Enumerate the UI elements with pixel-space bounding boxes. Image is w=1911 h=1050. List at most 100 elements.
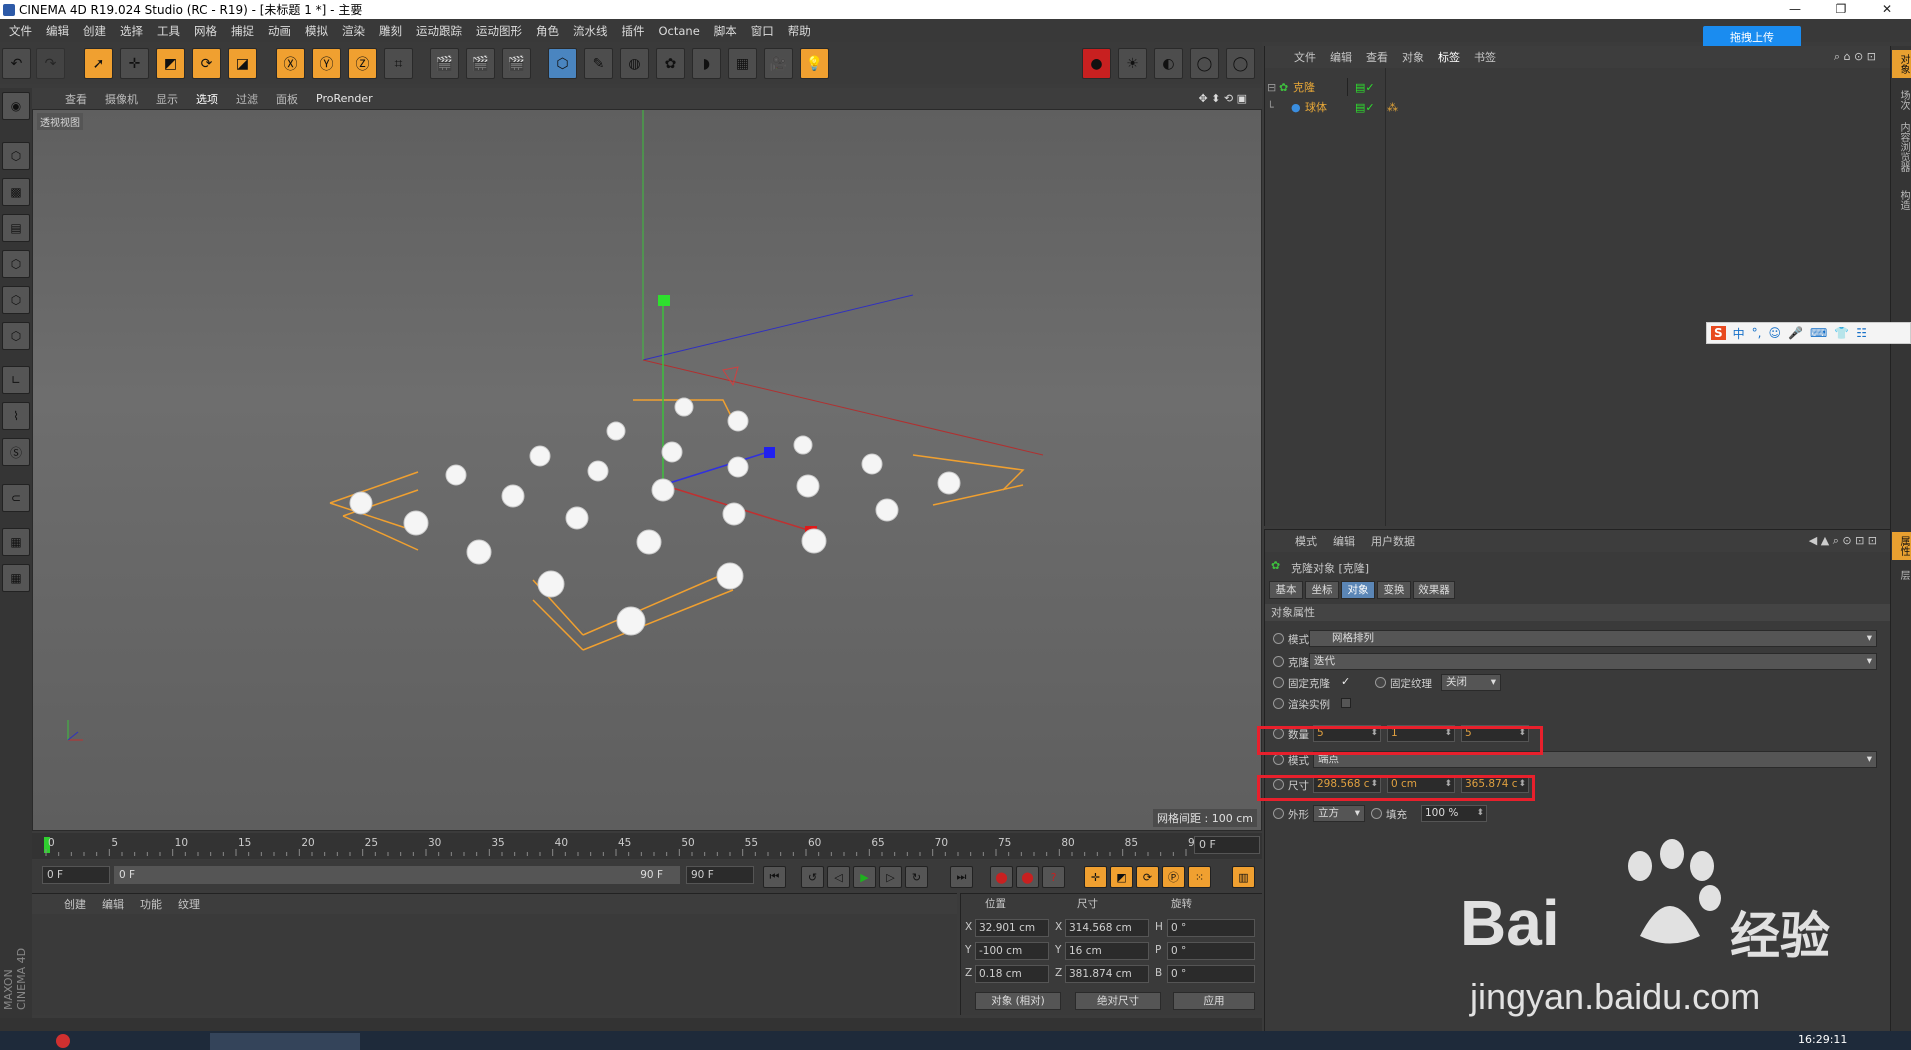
mode-anim-radio[interactable]: [1273, 633, 1284, 644]
next-frame-icon[interactable]: ▷: [879, 866, 902, 888]
key-parameter-icon[interactable]: Ⓟ: [1162, 866, 1185, 888]
cube-primitive-icon[interactable]: ⬡: [548, 48, 577, 79]
menu-motion-tracking[interactable]: 运动跟踪: [409, 23, 469, 39]
scale-icon[interactable]: ◩: [156, 48, 185, 79]
light-icon[interactable]: 💡: [800, 48, 829, 79]
obj-menu-bookmarks[interactable]: 书签: [1467, 49, 1503, 65]
attr-nav-icons[interactable]: ◀ ▲ ⌕ ⊙ ⊡ ⊡: [1801, 534, 1885, 548]
key-pla-icon[interactable]: ⁙: [1188, 866, 1211, 888]
clone-anim-radio[interactable]: [1273, 656, 1284, 667]
menu-window[interactable]: 窗口: [744, 23, 781, 39]
size-mode-dropdown[interactable]: 绝对尺寸: [1075, 992, 1161, 1010]
visibility-check-icon[interactable]: ▤✓: [1355, 101, 1375, 114]
material-tag-icon[interactable]: ⁂: [1387, 101, 1398, 114]
octane-render-icon[interactable]: ●: [1082, 48, 1111, 79]
visibility-check-icon[interactable]: ▤✓: [1355, 81, 1375, 94]
floor-icon[interactable]: ▦: [728, 48, 757, 79]
octane-glossy-icon[interactable]: ◯: [1190, 48, 1219, 79]
object-z-handle[interactable]: [764, 447, 775, 458]
obj-menu-objects[interactable]: 对象: [1395, 49, 1431, 65]
rot-p-field[interactable]: 0 °: [1167, 942, 1255, 960]
maximize-button[interactable]: ❐: [1818, 0, 1864, 19]
subdivision-icon[interactable]: ◍: [620, 48, 649, 79]
coord-mode-dropdown[interactable]: 对象 (相对): [975, 992, 1061, 1010]
menu-plugins[interactable]: 插件: [615, 23, 652, 39]
tree-expand-icon[interactable]: ⊟: [1267, 81, 1279, 94]
make-editable-icon[interactable]: ◉: [2, 92, 30, 120]
obj-search-home-icons[interactable]: ⌕ ⌂ ⊙ ⊡: [1827, 50, 1883, 64]
autokey-icon[interactable]: ⬤: [1016, 866, 1039, 888]
tab-coord[interactable]: 坐标: [1305, 581, 1339, 599]
minimize-button[interactable]: —: [1772, 0, 1818, 19]
tab-object[interactable]: 对象: [1341, 581, 1375, 599]
record-keys-icon[interactable]: ⬤: [990, 866, 1013, 888]
apply-button[interactable]: 应用: [1173, 992, 1255, 1010]
pos-x-field[interactable]: 32.901 cm: [975, 919, 1049, 937]
ime-punct-icon[interactable]: °,: [1752, 326, 1762, 340]
perspective-viewport[interactable]: 透视视图 网格间距: 100 cm: [32, 109, 1262, 831]
octane-specular-icon[interactable]: ◯: [1226, 48, 1255, 79]
view-menu-cameras[interactable]: 摄像机: [96, 91, 147, 107]
ime-toolbar[interactable]: S 中 °, ☺ 🎤 ⌨ 👕 ☷: [1706, 322, 1911, 344]
mode2-anim-radio[interactable]: [1273, 754, 1284, 765]
attr-menu-mode[interactable]: 模式: [1287, 533, 1325, 549]
camera-icon[interactable]: 🎥: [764, 48, 793, 79]
right-tab-objects[interactable]: 对象: [1892, 50, 1911, 78]
frame-range-slider[interactable]: 0 F 90 F: [114, 866, 680, 884]
menu-sculpt[interactable]: 雕刻: [372, 23, 409, 39]
previous-key-icon[interactable]: ↺: [801, 866, 824, 888]
tab-basic[interactable]: 基本: [1269, 581, 1303, 599]
go-to-end-icon[interactable]: ⏭: [950, 866, 973, 888]
size-z-field[interactable]: 381.874 cm: [1065, 965, 1149, 983]
fix-clone-checkbox[interactable]: ✓: [1341, 675, 1350, 688]
ime-menu-icon[interactable]: ☷: [1856, 326, 1867, 340]
points-mode-icon[interactable]: ⬡: [2, 250, 30, 278]
model-mode-icon[interactable]: ⬡: [2, 142, 30, 170]
start-frame-field[interactable]: 0 F: [42, 866, 110, 884]
key-scale-icon[interactable]: ◩: [1110, 866, 1133, 888]
view-menu-display[interactable]: 显示: [147, 91, 187, 107]
menu-octane[interactable]: Octane: [652, 24, 707, 38]
octane-sun-icon[interactable]: ☀: [1118, 48, 1147, 79]
ime-lang[interactable]: 中: [1733, 325, 1745, 342]
fix-texture-anim-radio[interactable]: [1375, 677, 1386, 688]
go-to-start-icon[interactable]: ⏮: [763, 866, 786, 888]
end-frame-field[interactable]: 90 F: [686, 866, 754, 884]
right-tab-structure[interactable]: 构造: [1892, 186, 1911, 214]
redo-icon[interactable]: ↷: [36, 48, 65, 79]
upload-button[interactable]: 拖拽上传: [1703, 26, 1801, 48]
right-tab-content-browser[interactable]: 内容浏览器: [1892, 118, 1911, 176]
size-x-field[interactable]: 314.568 cm: [1065, 919, 1149, 937]
y-axis-lock-icon[interactable]: Ⓨ: [312, 48, 341, 79]
polygons-mode-icon[interactable]: ⬡: [2, 322, 30, 350]
right-tab-layers[interactable]: 层: [1892, 566, 1911, 584]
view-menu-panel[interactable]: 面板: [267, 91, 307, 107]
size-y-field[interactable]: 16 cm: [1065, 942, 1149, 960]
key-position-icon[interactable]: ✛: [1084, 866, 1107, 888]
object-y-handle[interactable]: [658, 295, 670, 306]
rot-h-field[interactable]: 0 °: [1167, 919, 1255, 937]
viewport-nav-icons[interactable]: ✥ ⬍ ⟲ ▣: [1189, 92, 1256, 105]
mat-menu-texture[interactable]: 纹理: [170, 896, 208, 912]
shape-anim-radio[interactable]: [1273, 808, 1284, 819]
ime-mic-icon[interactable]: 🎤: [1788, 326, 1803, 340]
right-tab-takes[interactable]: 场次: [1892, 86, 1911, 114]
obj-menu-view[interactable]: 查看: [1359, 49, 1395, 65]
mat-menu-create[interactable]: 创建: [56, 896, 94, 912]
clone-dropdown[interactable]: 迭代: [1309, 653, 1877, 670]
menu-simulate[interactable]: 模拟: [298, 23, 335, 39]
view-menu-options[interactable]: 选项: [187, 91, 227, 107]
view-menu-view[interactable]: 查看: [56, 91, 96, 107]
key-rotation-icon[interactable]: ⟳: [1136, 866, 1159, 888]
texture-mode-icon[interactable]: ▩: [2, 178, 30, 206]
menu-animate[interactable]: 动画: [261, 23, 298, 39]
keyframe-selection-icon[interactable]: ?: [1042, 866, 1065, 888]
shape-dropdown[interactable]: 立方: [1313, 805, 1365, 822]
render-settings-icon[interactable]: 🎬: [502, 48, 531, 79]
render-instance-anim-radio[interactable]: [1273, 698, 1284, 709]
view-menu-prorender[interactable]: ProRender: [307, 92, 382, 105]
render-picture-viewer-icon[interactable]: 🎬: [466, 48, 495, 79]
object-name-cloner[interactable]: 克隆: [1293, 79, 1349, 95]
rotate-icon[interactable]: ⟳: [192, 48, 221, 79]
menu-script[interactable]: 脚本: [707, 23, 744, 39]
